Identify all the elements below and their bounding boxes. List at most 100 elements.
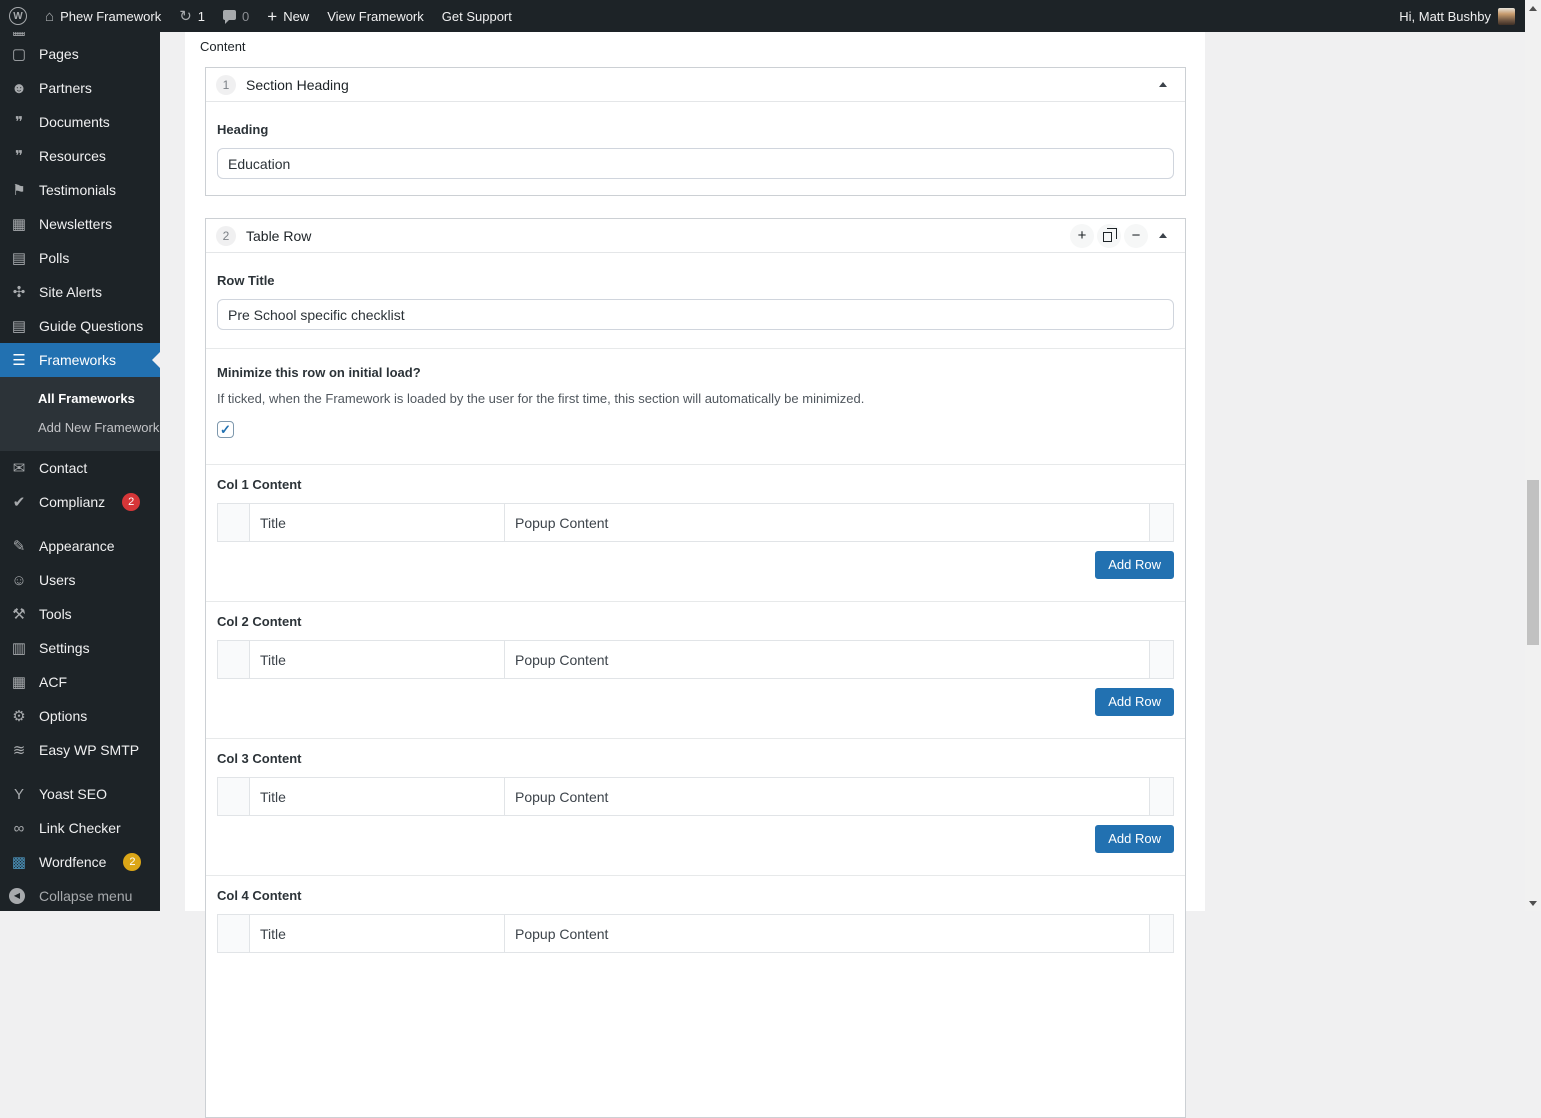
sidebar-item-site-alerts[interactable]: ✣ Site Alerts — [0, 275, 160, 309]
wordpress-menu[interactable]: W — [0, 0, 36, 32]
scroll-up-button[interactable] — [1525, 0, 1541, 16]
get-support-link[interactable]: Get Support — [433, 0, 521, 32]
add-layout-button[interactable]: + — [1070, 223, 1094, 248]
sidebar-item-users[interactable]: ☺ Users — [0, 563, 160, 597]
scrollbar-thumb[interactable] — [1527, 480, 1539, 645]
megaphone-icon: ⚑ — [12, 181, 26, 199]
sidebar-item-settings[interactable]: ▥ Settings — [0, 631, 160, 665]
view-framework-link[interactable]: View Framework — [318, 0, 433, 32]
layout-header[interactable]: 1 Section Heading — [206, 68, 1185, 102]
sidebar-item-pages[interactable]: ▢ Pages — [0, 37, 160, 71]
main-content-area: Content 1 Section Heading Heading 2 Tabl… — [160, 32, 1525, 1118]
row-handle-column — [217, 503, 250, 542]
submenu-all-frameworks[interactable]: All Frameworks — [0, 384, 160, 413]
menu-separator — [0, 767, 160, 777]
newspaper-icon: ▦ — [11, 215, 27, 233]
layout-header[interactable]: 2 Table Row + − — [206, 219, 1185, 253]
comments-icon — [223, 10, 237, 24]
guide-questions-icon: ▤ — [11, 317, 27, 335]
sidebar-item-testimonials[interactable]: ⚑ Testimonials — [0, 173, 160, 207]
sidebar-item-resources[interactable]: ❞ Resources — [0, 139, 160, 173]
arrow-down-icon — [1529, 900, 1537, 910]
wrench-icon: ⚒ — [12, 605, 26, 623]
collapse-layout-button[interactable] — [1151, 224, 1175, 248]
alerts-icon: ✣ — [12, 283, 26, 301]
scroll-down-button[interactable] — [1525, 895, 1541, 911]
minimize-checkbox[interactable]: ✓ — [217, 421, 234, 438]
new-label: New — [283, 8, 310, 24]
gear-icon: ⚙ — [12, 707, 26, 725]
sidebar-item-complianz[interactable]: ✔ Complianz 2 — [0, 485, 160, 519]
add-row-button-col2[interactable]: Add Row — [1095, 688, 1174, 716]
sidebar-item-options[interactable]: ⚙ Options — [0, 699, 160, 733]
col-3-content-label: Col 3 Content — [217, 751, 302, 766]
sidebar-item-tools[interactable]: ⚒ Tools — [0, 597, 160, 631]
col-4-content-label: Col 4 Content — [217, 888, 302, 903]
brush-icon: ✎ — [12, 537, 26, 555]
sidebar-item-polls[interactable]: ▤ Polls — [0, 241, 160, 275]
page-scrollbar[interactable] — [1525, 0, 1541, 911]
layout-order-handle[interactable]: 2 — [216, 225, 236, 246]
sidebar-item-frameworks[interactable]: ☰ Frameworks — [0, 343, 160, 377]
frameworks-submenu: All Frameworks Add New Framework — [0, 377, 160, 451]
chevron-up-icon — [1159, 78, 1167, 87]
layout-order-handle[interactable]: 1 — [216, 74, 236, 95]
sliders-icon: ▥ — [11, 639, 27, 657]
sidebar-item-appearance[interactable]: ✎ Appearance — [0, 529, 160, 563]
col-4-content-field: Col 4 Content Title Popup Content — [206, 876, 1185, 975]
partners-icon: ☻ — [11, 79, 27, 97]
site-name-link[interactable]: ⌂ Phew Framework — [36, 0, 170, 32]
get-support-label: Get Support — [441, 8, 512, 24]
col-1-content-field: Col 1 Content Title Popup Content Add Ro… — [206, 465, 1185, 602]
menu-separator — [0, 519, 160, 529]
chevron-up-icon — [1159, 229, 1167, 238]
view-framework-label: View Framework — [327, 8, 424, 24]
row-remove-column — [1149, 640, 1174, 679]
sidebar-item-yoast-seo[interactable]: Y Yoast SEO — [0, 777, 160, 811]
sidebar-item-acf[interactable]: ▦ ACF — [0, 665, 160, 699]
updates-link[interactable]: ↻ 1 — [170, 0, 214, 32]
sidebar-item-wordfence[interactable]: ▩ Wordfence 2 — [0, 845, 160, 879]
wordfence-badge: 2 — [123, 853, 142, 871]
submenu-add-new-framework[interactable]: Add New Framework — [0, 413, 160, 442]
add-row-button-col1[interactable]: Add Row — [1095, 551, 1174, 579]
complianz-badge: 2 — [122, 493, 141, 511]
title-column-header: Title — [249, 914, 505, 953]
sidebar-item-easy-wp-smtp[interactable]: ≋ Easy WP SMTP — [0, 733, 160, 767]
broken-link-icon: ∞ — [13, 819, 25, 837]
pages-icon: ▢ — [11, 45, 27, 63]
field-group-label: Content — [200, 39, 246, 54]
sidebar-item-guide-questions[interactable]: ▤ Guide Questions — [0, 309, 160, 343]
title-column-header: Title — [249, 640, 505, 679]
sidebar-item-link-checker[interactable]: ∞ Link Checker — [0, 811, 160, 845]
row-title-field: Row Title — [206, 253, 1185, 349]
user-account-link[interactable]: Hi, Matt Bushby — [1399, 0, 1491, 32]
heading-field-label: Heading — [217, 122, 269, 137]
duplicate-layout-button[interactable] — [1097, 223, 1121, 248]
collapse-icon: ◀ — [9, 888, 29, 904]
row-title-input[interactable] — [217, 299, 1174, 330]
sidebar-item-partners[interactable]: ☻ Partners — [0, 71, 160, 105]
heading-input[interactable] — [217, 148, 1174, 179]
add-row-button-col3[interactable]: Add Row — [1095, 825, 1174, 853]
col-2-repeater-table: Title Popup Content — [217, 640, 1174, 679]
sidebar-item-documents[interactable]: ❞ Documents — [0, 105, 160, 139]
new-content-link[interactable]: + New — [258, 0, 318, 32]
collapse-menu-button[interactable]: ◀ Collapse menu — [0, 879, 160, 911]
user-avatar[interactable] — [1498, 7, 1515, 25]
popup-content-column-header: Popup Content — [504, 503, 1150, 542]
collapse-layout-button[interactable] — [1151, 73, 1175, 97]
sidebar-item-contact[interactable]: ✉ Contact — [0, 451, 160, 485]
frameworks-icon: ☰ — [12, 351, 26, 369]
checkmark-icon: ✔ — [12, 493, 26, 511]
envelope-icon: ✉ — [12, 459, 26, 477]
layout-section-heading: 1 Section Heading Heading — [205, 67, 1186, 196]
col-2-content-label: Col 2 Content — [217, 614, 302, 629]
layout-title: Table Row — [246, 227, 312, 244]
sidebar-item-newsletters[interactable]: ▦ Newsletters — [0, 207, 160, 241]
remove-layout-button[interactable]: − — [1124, 223, 1148, 248]
user-icon: ☺ — [11, 571, 27, 589]
clipped-icon: ▦ — [9, 32, 29, 37]
minimize-label: Minimize this row on initial load? — [217, 365, 421, 380]
comments-link[interactable]: 0 — [214, 0, 258, 32]
